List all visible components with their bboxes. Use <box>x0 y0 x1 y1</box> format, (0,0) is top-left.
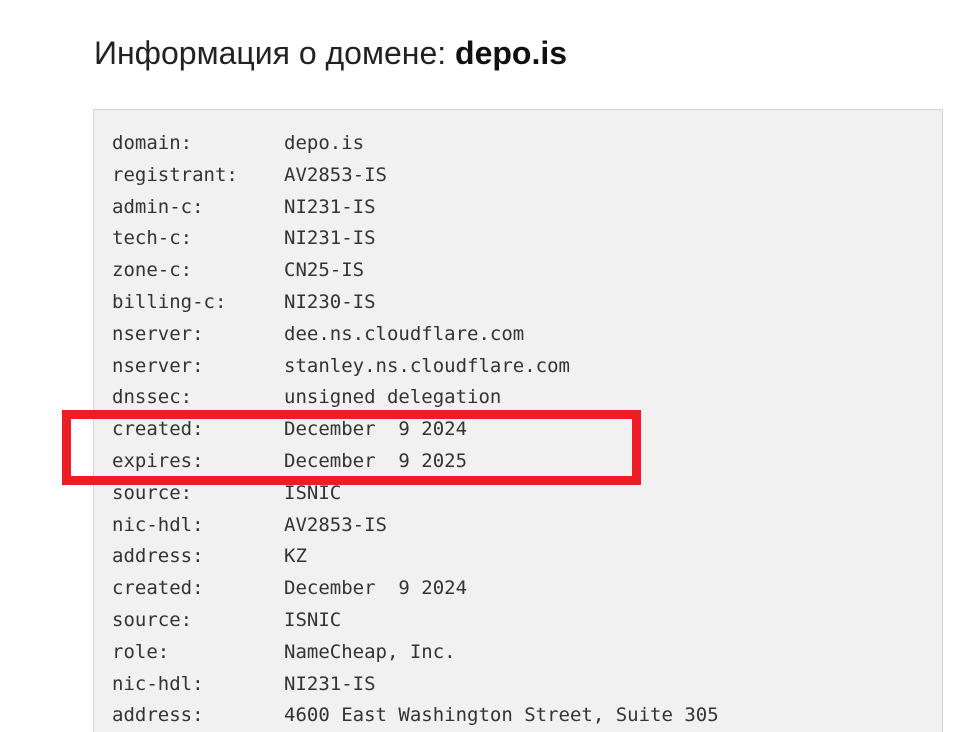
whois-key: created: <box>112 577 204 600</box>
whois-key: nic-hdl: <box>112 513 204 536</box>
whois-line-address: address: KZ <box>112 541 719 573</box>
whois-key: nserver: <box>112 322 204 345</box>
whois-value: 4600 East Washington Street, Suite 305 <box>284 704 719 727</box>
whois-key: role: <box>112 640 170 663</box>
whois-key: nserver: <box>112 354 204 377</box>
whois-value: dee.ns.cloudflare.com <box>284 322 525 345</box>
whois-key: address: <box>112 704 204 727</box>
whois-line-source: source: ISNIC <box>112 478 719 510</box>
whois-key: dnssec: <box>112 386 193 409</box>
whois-line-role: role: NameCheap, Inc. <box>112 637 719 669</box>
whois-line-zone-c: zone-c: CN25-IS <box>112 255 719 287</box>
whois-line-created: created: December 9 2024 <box>112 414 719 446</box>
whois-value: AV2853-IS <box>284 163 387 186</box>
whois-key: admin-c: <box>112 195 204 218</box>
whois-line-nserver: nserver: stanley.ns.cloudflare.com <box>112 351 719 383</box>
whois-value: NI231-IS <box>284 195 376 218</box>
whois-value: CN25-IS <box>284 259 365 282</box>
whois-value: NameCheap, Inc. <box>284 640 456 663</box>
whois-key: registrant: <box>112 163 238 186</box>
whois-value: AV2853-IS <box>284 513 387 536</box>
whois-line-nic-hdl: nic-hdl: NI231-IS <box>112 669 719 701</box>
whois-line-nic-hdl: nic-hdl: AV2853-IS <box>112 510 719 542</box>
whois-value: NI231-IS <box>284 672 376 695</box>
whois-line-address: address: 4600 East Washington Street, Sui… <box>112 700 719 732</box>
whois-key: created: <box>112 418 204 441</box>
whois-record-box: domain: depo.is registrant: AV2853-IS admi… <box>93 109 943 732</box>
page-title: Информация о домене: depo.is <box>94 30 567 76</box>
whois-line-nserver: nserver: dee.ns.cloudflare.com <box>112 319 719 351</box>
whois-key: source: <box>112 608 193 631</box>
whois-value: depo.is <box>284 132 365 154</box>
whois-key: billing-c: <box>112 290 227 313</box>
whois-line-domain: domain: depo.is <box>112 128 719 160</box>
whois-line-source: source: ISNIC <box>112 605 719 637</box>
whois-value: stanley.ns.cloudflare.com <box>284 354 570 377</box>
whois-key: source: <box>112 481 193 504</box>
whois-value: ISNIC <box>284 481 342 504</box>
whois-key: address: <box>112 545 204 568</box>
whois-key: zone-c: <box>112 259 193 282</box>
whois-line-expires: expires: December 9 2025 <box>112 446 719 478</box>
whois-value: unsigned delegation <box>284 386 502 409</box>
whois-key: tech-c: <box>112 227 193 250</box>
page-title-domain: depo.is <box>455 35 568 71</box>
whois-line-billing-c: billing-c: NI230-IS <box>112 287 719 319</box>
whois-value: ISNIC <box>284 608 342 631</box>
whois-line-admin-c: admin-c: NI231-IS <box>112 192 719 224</box>
whois-key: nic-hdl: <box>112 672 204 695</box>
whois-value: December 9 2025 <box>284 449 468 472</box>
whois-line-tech-c: tech-c: NI231-IS <box>112 223 719 255</box>
whois-key: expires: <box>112 449 204 472</box>
whois-line-dnssec: dnssec: unsigned delegation <box>112 382 719 414</box>
whois-record-lines: domain: depo.is registrant: AV2853-IS admi… <box>112 128 719 732</box>
whois-value: December 9 2024 <box>284 577 468 600</box>
page-title-prefix: Информация о домене: <box>94 35 456 71</box>
whois-line-created: created: December 9 2024 <box>112 573 719 605</box>
whois-value: KZ <box>284 545 307 568</box>
whois-value: December 9 2024 <box>284 418 468 441</box>
whois-line-registrant: registrant: AV2853-IS <box>112 160 719 192</box>
whois-value: NI230-IS <box>284 290 376 313</box>
whois-value: NI231-IS <box>284 227 376 250</box>
domain-info-page: Информация о домене: depo.is domain: depo… <box>0 0 967 732</box>
whois-key: domain: <box>112 132 193 154</box>
